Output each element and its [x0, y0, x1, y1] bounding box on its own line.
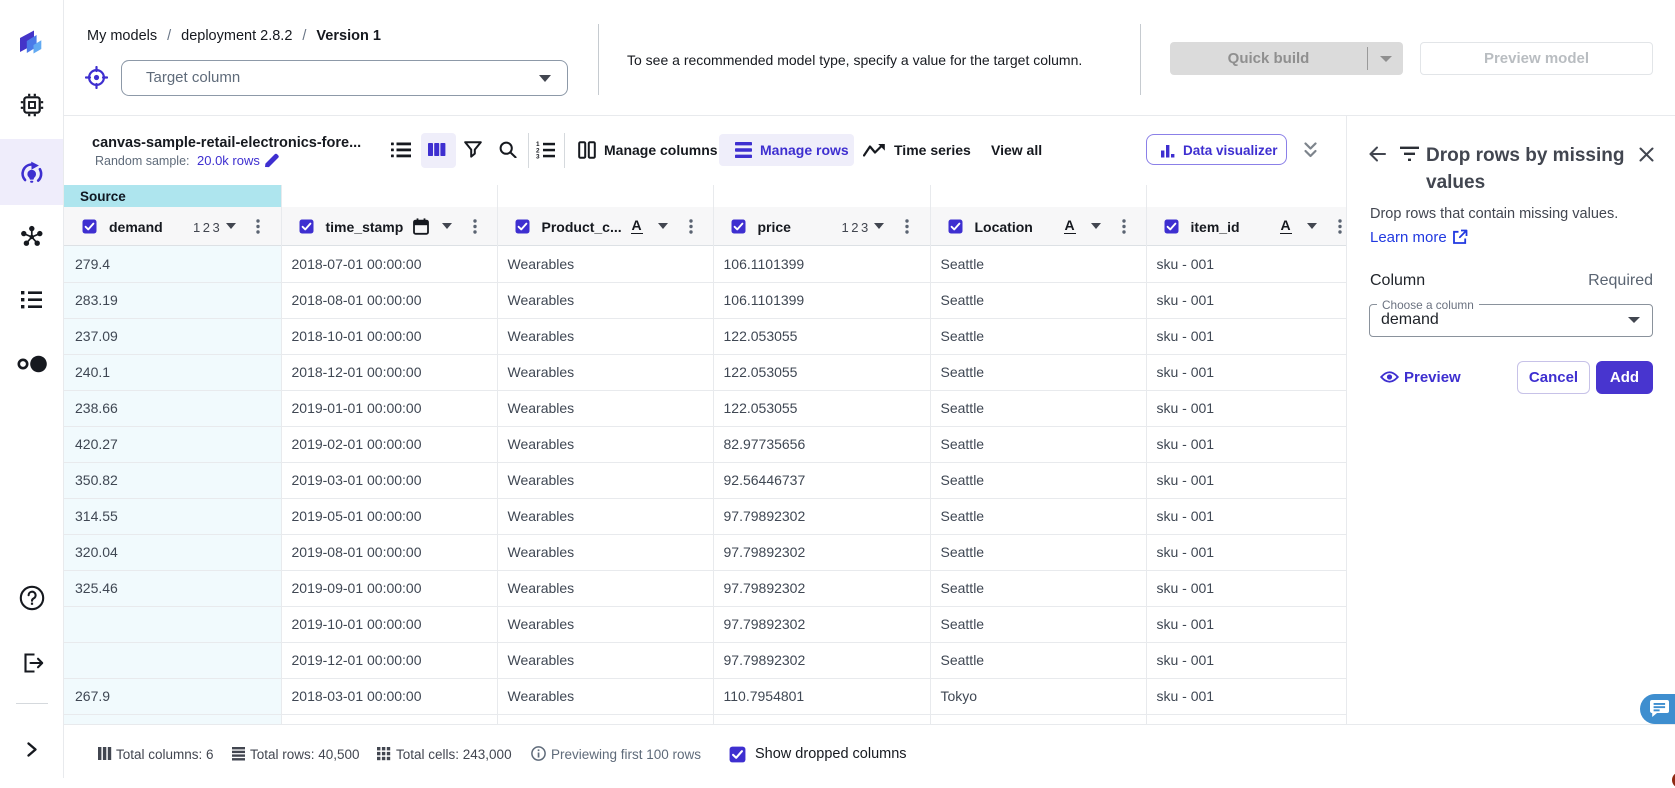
svg-text:3: 3	[536, 154, 540, 159]
